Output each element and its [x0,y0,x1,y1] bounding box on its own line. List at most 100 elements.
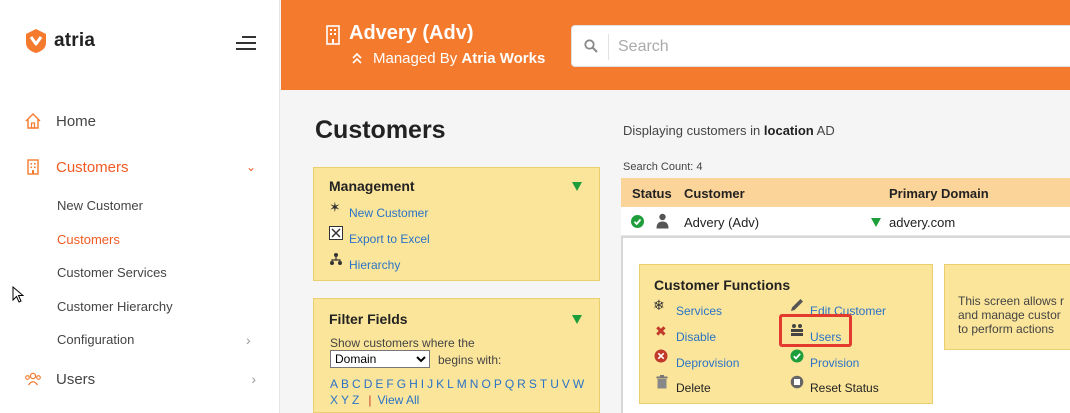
search-box [571,25,1070,67]
provision-icon [790,349,804,363]
customer-functions-container: Customer Functions ❄ Services ✖ Disable … [621,236,1070,413]
info-line: to perform actions [958,322,1055,336]
row-customer-name[interactable]: Advery (Adv) [684,215,759,230]
alphabet-letter-link[interactable]: B [341,377,349,391]
alphabet-letter-link[interactable]: I [421,377,424,391]
chevron-down-icon: ⌄ [245,160,256,174]
page-title: Customers [315,116,446,144]
search-input[interactable] [618,35,1058,59]
row-menu-triangle-icon[interactable] [871,218,881,227]
sidebar-subitem-customers[interactable]: Customers [57,232,120,247]
alphabet-letter-link[interactable]: L [447,377,454,391]
alphabet-letter-link[interactable]: F [386,377,393,391]
alphabet-letter-link[interactable]: V [562,377,570,391]
services-icon: ❄ [653,297,665,313]
display-prefix: Displaying customers in [623,123,761,138]
menu-toggle-icon[interactable] [236,36,256,50]
delete-action[interactable]: Delete [676,381,711,395]
alphabet-letter-link[interactable]: T [540,377,547,391]
alphabet-letter-link[interactable]: G [397,377,406,391]
sidebar-item-home[interactable]: Home [0,112,280,130]
deprovision-icon [654,349,668,363]
alphabet-letter-link[interactable]: D [364,377,373,391]
search-icon[interactable] [584,39,598,53]
sidebar: atria Home Customers ⌄ New Customer Cust… [0,0,280,413]
edit-customer-link[interactable]: Edit Customer [810,304,886,318]
alphabet-letter-link[interactable]: P [494,377,502,391]
display-context: Displaying customers in location AD [623,123,835,138]
alphabet-letter-link[interactable]: E [375,377,383,391]
view-all-link[interactable]: View All [378,393,420,407]
services-link[interactable]: Services [676,304,722,318]
alphabet-filter: ABCDEFGHIJKLMNOPQRSTUVW X Y Z | View All [330,376,590,408]
alphabet-letter-link[interactable]: Z [352,393,359,407]
mouse-cursor-icon [12,286,24,303]
alphabet-letter-link[interactable]: U [550,377,559,391]
alphabet-line-1: ABCDEFGHIJKLMNOPQRSTUVW [330,376,590,392]
alphabet-letter-link[interactable]: A [330,377,338,391]
sidebar-item-users[interactable]: Users › [0,370,280,388]
alphabet-letter-link[interactable]: Y [341,393,349,407]
sidebar-item-customers[interactable]: Customers ⌄ [0,158,280,176]
excel-icon [329,226,343,240]
search-count-label: Search Count: [623,161,694,173]
alphabet-letter-link[interactable]: R [517,377,526,391]
users-link[interactable]: Users [810,330,841,344]
column-customer[interactable]: Customer [684,186,745,201]
disable-link[interactable]: Disable [676,330,716,344]
sidebar-subitem-new-customer[interactable]: New Customer [57,198,143,213]
collapse-triangle-icon[interactable] [572,315,582,324]
table-row[interactable]: Advery (Adv) advery.com [621,207,1070,236]
deprovision-link[interactable]: Deprovision [676,356,739,370]
sidebar-item-label: Customers [56,158,129,176]
alphabet-letter-link[interactable]: Q [505,377,514,391]
user-icon [656,213,669,229]
chevron-right-icon: › [251,371,256,387]
reset-status-action[interactable]: Reset Status [810,381,879,395]
alphabet-separator: | [368,393,372,407]
filter-field-select[interactable]: Domain [330,350,430,368]
alphabet-letter-link[interactable]: C [352,377,361,391]
alphabet-letter-link[interactable]: M [457,377,467,391]
sidebar-subitem-customer-services[interactable]: Customer Services [57,265,167,280]
alphabet-letter-link[interactable]: W [573,377,584,391]
building-icon [27,159,39,175]
sidebar-subitem-configuration[interactable]: Configuration [57,332,134,347]
search-count: Search Count: 4 [623,161,703,173]
filter-title: Filter Fields [329,311,408,327]
provision-link[interactable]: Provision [810,356,859,370]
alphabet-letter-link[interactable]: K [436,377,444,391]
alphabet-letter-link[interactable]: O [481,377,490,391]
alphabet-letter-link[interactable]: S [529,377,537,391]
display-location: location [763,123,814,138]
alphabet-line-2: X Y Z | View All [330,392,590,408]
users-group-icon [791,324,803,336]
alphabet-letter-link[interactable]: X [330,393,338,407]
managed-by-prefix: Managed By [373,50,458,67]
search-divider [608,34,609,60]
sidebar-subitem-customer-hierarchy[interactable]: Customer Hierarchy [57,299,173,314]
app-root: atria Home Customers ⌄ New Customer Cust… [0,0,1070,413]
filter-panel: Filter Fields Show customers where the D… [313,298,600,413]
table-header: Status Customer Primary Domain [621,178,1070,207]
brand-name: atria [54,30,96,51]
alphabet-letter-link[interactable]: H [409,377,418,391]
customer-functions-title: Customer Functions [654,277,791,293]
alphabet-letter-link[interactable]: J [427,377,433,391]
managed-by: Managed By Atria Works [373,50,545,67]
column-primary-domain[interactable]: Primary Domain [889,186,989,201]
column-status[interactable]: Status [632,186,672,201]
collapse-triangle-icon[interactable] [572,182,582,191]
brand[interactable]: atria [24,28,95,54]
management-panel: Management ✶ New Customer Export to Exce… [313,167,600,281]
customer-functions-panel: Customer Functions ❄ Services ✖ Disable … [639,264,933,404]
hierarchy-link[interactable]: Hierarchy [349,258,400,272]
new-customer-link[interactable]: New Customer [349,206,428,220]
managed-by-name[interactable]: Atria Works [461,50,545,67]
export-excel-link[interactable]: Export to Excel [349,232,430,246]
atria-logo-icon [26,29,46,53]
alphabet-letter-link[interactable]: N [470,377,479,391]
filter-intro: Show customers where the [330,336,475,350]
display-suffix: AD [816,123,835,138]
double-chevron-up-icon [352,52,362,64]
